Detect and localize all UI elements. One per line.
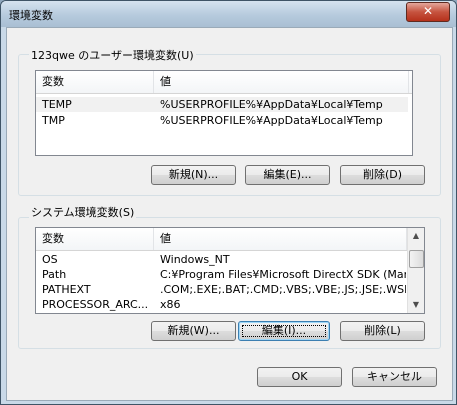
user-delete-button[interactable]: 削除(D) bbox=[340, 165, 425, 185]
variable-name: TEMP bbox=[42, 98, 72, 111]
system-list-scrollbar[interactable]: ▲ ▼ bbox=[407, 228, 424, 313]
column-header-value[interactable]: 値 bbox=[154, 71, 409, 93]
user-variable-row-temp[interactable]: TEMP %USERPROFILE%¥AppData¥Local¥Temp bbox=[36, 97, 408, 112]
cancel-button[interactable]: キャンセル bbox=[352, 367, 437, 387]
dialog-client-area: 123qwe のユーザー環境変数(U) 変数 値 TEMP %USERPROFI… bbox=[6, 27, 453, 401]
title-bar[interactable]: 環境変数 ✕ bbox=[1, 1, 456, 27]
variable-name: OS bbox=[42, 253, 58, 266]
focus-indicator bbox=[242, 325, 326, 337]
variable-value: %USERPROFILE%¥AppData¥Local¥Temp bbox=[160, 114, 383, 127]
variable-name: Path bbox=[42, 268, 67, 281]
variable-value: Windows_NT bbox=[160, 253, 230, 266]
system-variable-row-processor-arch[interactable]: PROCESSOR_ARC... x86 bbox=[36, 297, 406, 312]
close-icon: ✕ bbox=[422, 4, 434, 18]
scrollbar-thumb[interactable] bbox=[409, 250, 424, 268]
scroll-up-arrow-icon[interactable]: ▲ bbox=[408, 228, 424, 244]
user-variables-label: 123qwe のユーザー環境変数(U) bbox=[29, 47, 196, 63]
system-edit-button[interactable]: 編集(I)... bbox=[238, 321, 330, 341]
system-list-header: 変数 値 bbox=[36, 228, 407, 251]
user-variable-row-tmp[interactable]: TMP %USERPROFILE%¥AppData¥Local¥Temp bbox=[36, 113, 408, 128]
scroll-down-arrow-icon[interactable]: ▼ bbox=[408, 297, 424, 313]
variable-value: C:¥Program Files¥Microsoft DirectX SDK (… bbox=[160, 268, 406, 281]
variable-name: PROCESSOR_ARC... bbox=[42, 298, 149, 311]
environment-variables-dialog: 環境変数 ✕ 123qwe のユーザー環境変数(U) 変数 値 TEMP %US… bbox=[0, 0, 457, 405]
ok-button[interactable]: OK bbox=[257, 367, 342, 387]
system-variables-list[interactable]: 変数 値 OS Windows_NT Path C:¥Program Files… bbox=[35, 227, 425, 314]
column-header-variable[interactable]: 変数 bbox=[36, 228, 154, 250]
variable-name: TMP bbox=[42, 114, 65, 127]
user-list-header: 変数 値 bbox=[36, 71, 412, 94]
variable-name: PATHEXT bbox=[42, 283, 91, 296]
system-variable-row-os[interactable]: OS Windows_NT bbox=[36, 252, 406, 267]
user-new-button[interactable]: 新規(N)... bbox=[151, 165, 236, 185]
user-edit-button[interactable]: 編集(E)... bbox=[245, 165, 330, 185]
column-header-variable[interactable]: 変数 bbox=[36, 71, 154, 93]
system-variable-row-path[interactable]: Path C:¥Program Files¥Microsoft DirectX … bbox=[36, 267, 406, 282]
variable-value: x86 bbox=[160, 298, 181, 311]
variable-value: .COM;.EXE;.BAT;.CMD;.VBS;.VBE;.JS;.JSE;.… bbox=[160, 283, 406, 296]
system-new-button[interactable]: 新規(W)... bbox=[151, 321, 236, 341]
close-button[interactable]: ✕ bbox=[406, 2, 450, 22]
variable-value: %USERPROFILE%¥AppData¥Local¥Temp bbox=[160, 98, 383, 111]
system-variable-row-pathext[interactable]: PATHEXT .COM;.EXE;.BAT;.CMD;.VBS;.VBE;.J… bbox=[36, 282, 406, 297]
system-variables-label: システム環境変数(S) bbox=[29, 204, 137, 220]
window-title: 環境変数 bbox=[9, 9, 53, 22]
user-variables-list[interactable]: 変数 値 TEMP %USERPROFILE%¥AppData¥Local¥Te… bbox=[35, 70, 413, 156]
column-header-value[interactable]: 値 bbox=[154, 228, 407, 250]
system-delete-button[interactable]: 削除(L) bbox=[340, 321, 425, 341]
